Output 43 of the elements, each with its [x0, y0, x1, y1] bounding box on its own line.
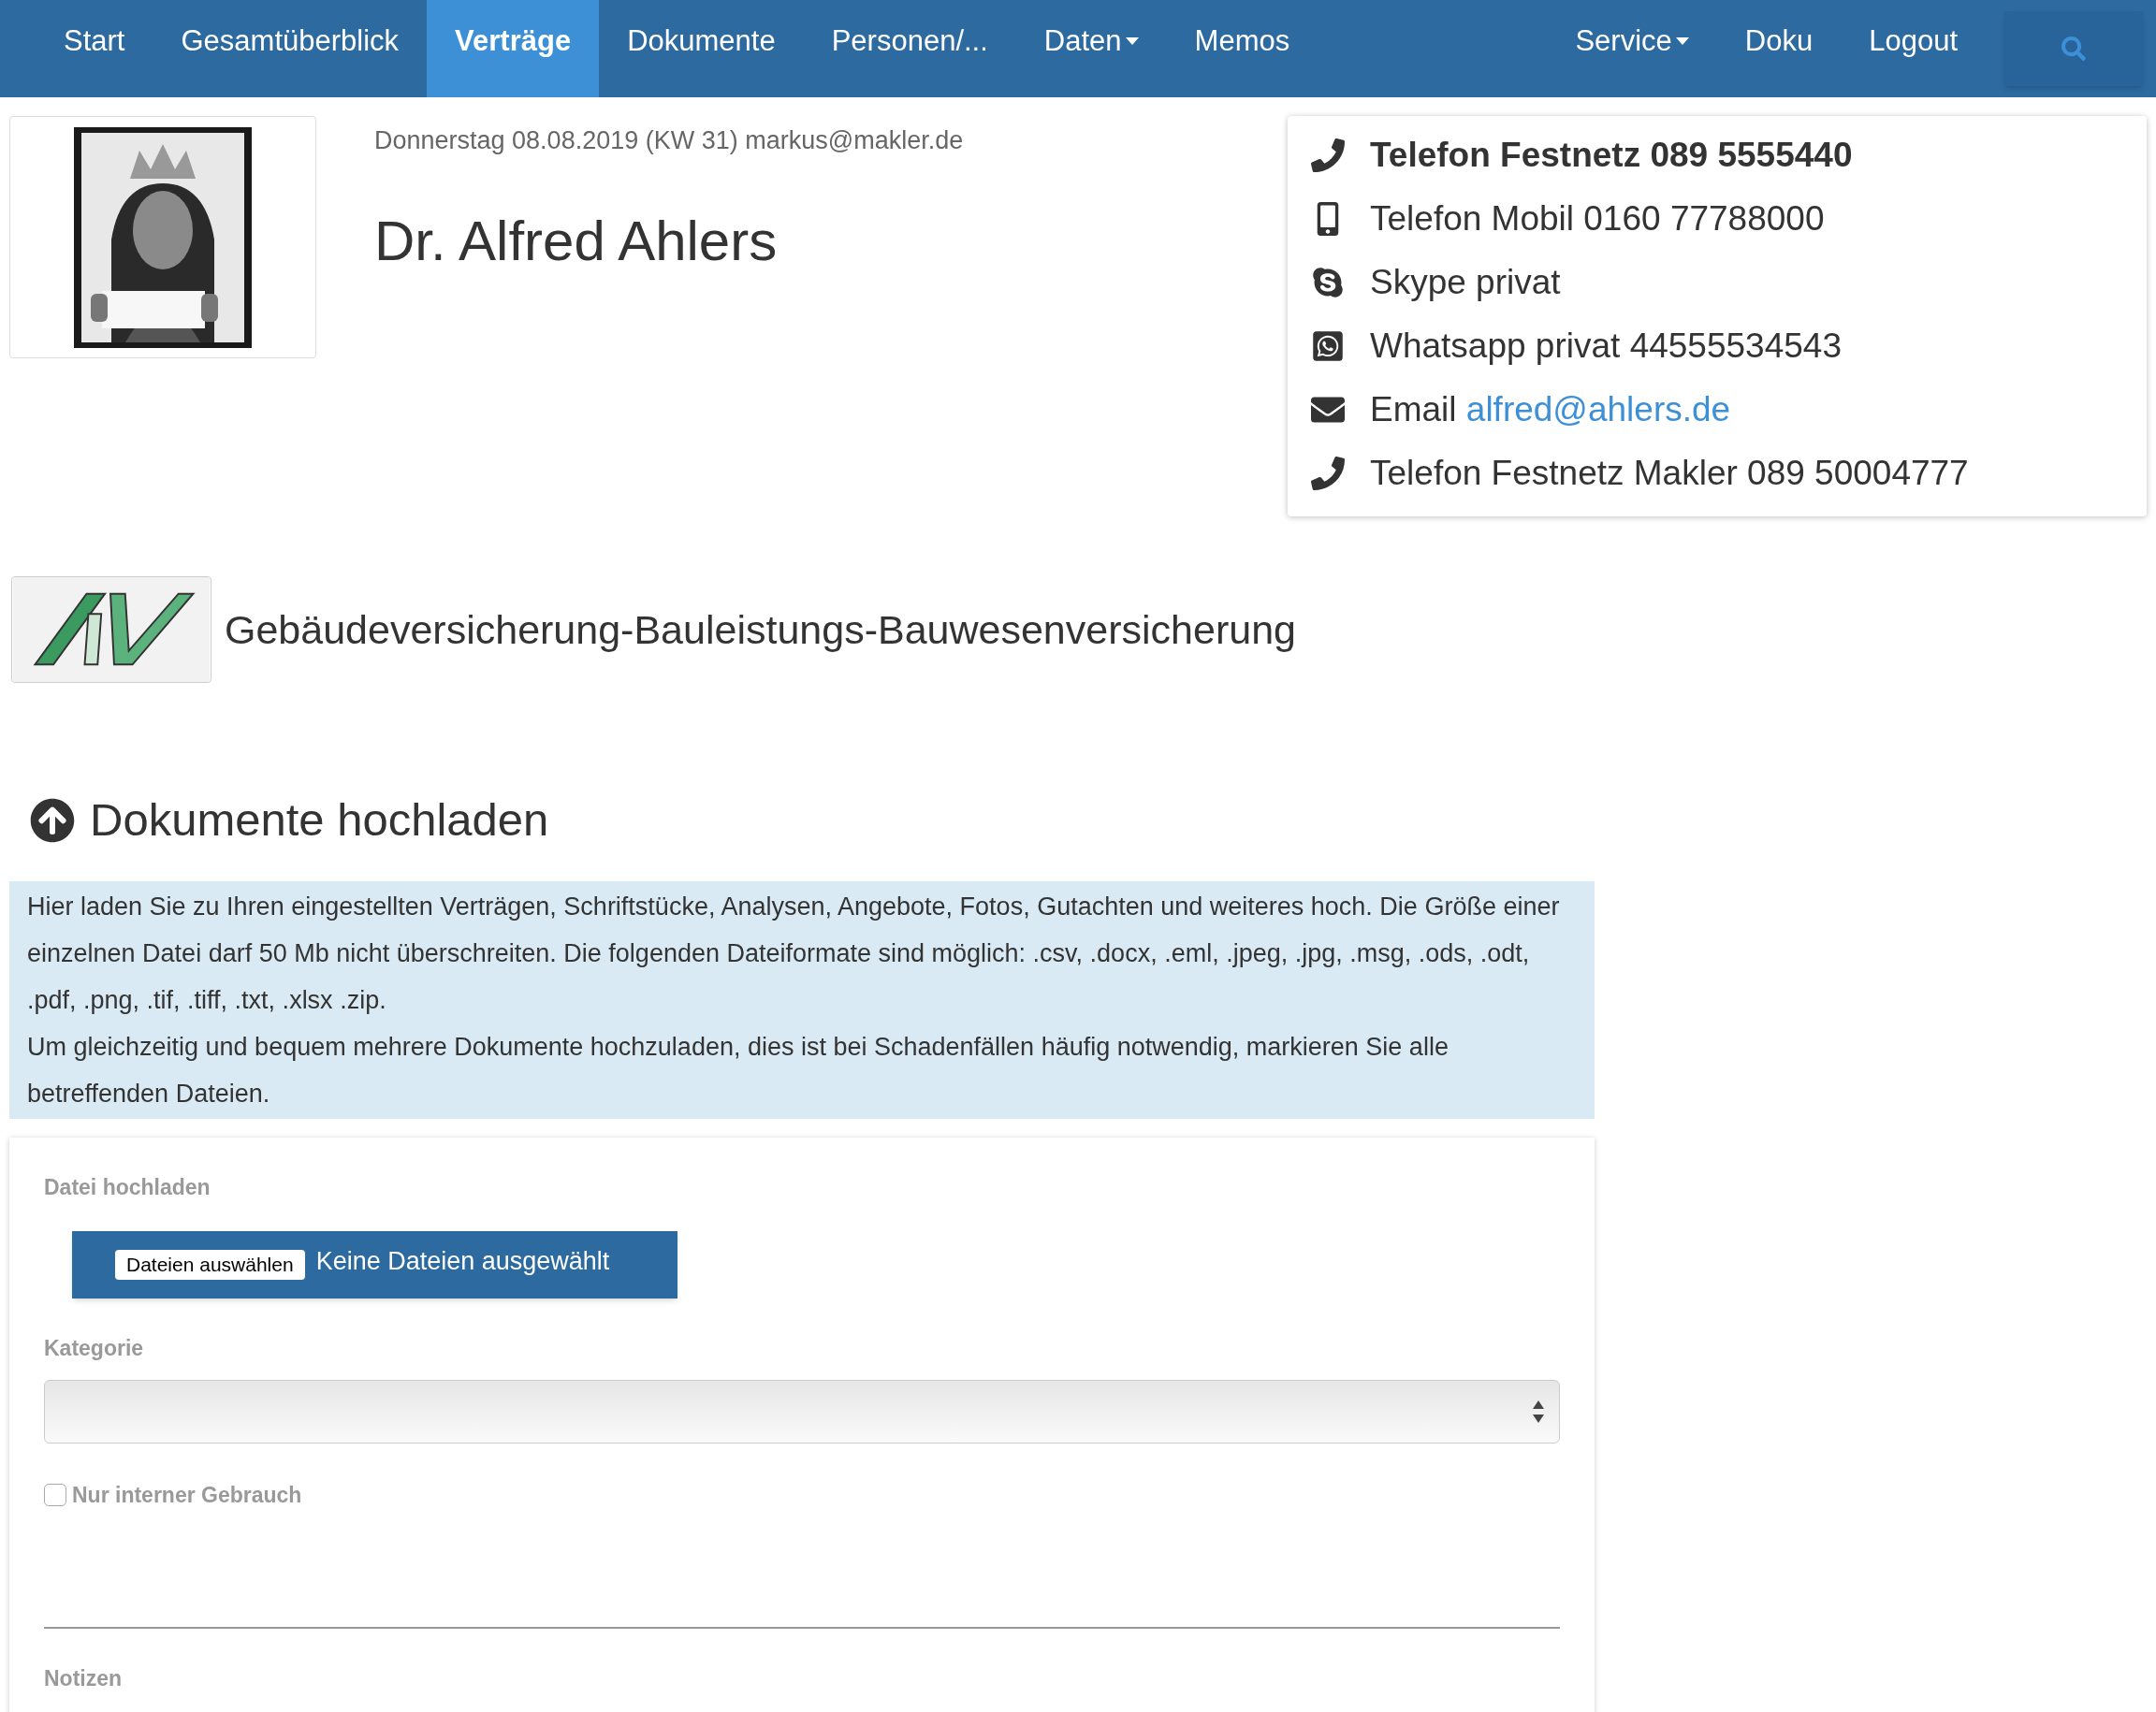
contact-text: Telefon Festnetz 089 5555440 [1370, 135, 1853, 177]
logo-icon [11, 576, 211, 683]
checkbox-label: Nur interner Gebrauch [72, 1481, 302, 1509]
contact-text: Telefon Festnetz Makler 089 50004777 [1370, 453, 1969, 495]
category-select[interactable] [44, 1379, 1560, 1444]
email-link[interactable]: alfred@ahlers.de [1465, 390, 1731, 429]
contact-text: Email alfred@ahlers.de [1370, 389, 1731, 431]
contact-text: Whatsapp privat 44555534543 [1370, 326, 1842, 368]
nav-link[interactable]: Service [1547, 0, 1717, 97]
section-heading: Dokumente hochladen [90, 793, 549, 847]
nav-link[interactable]: Gesamtüberblick [153, 0, 428, 97]
nav-link[interactable]: Verträge [427, 0, 600, 97]
phone-icon [1311, 138, 1345, 172]
nav-link[interactable]: Dokumente [599, 0, 804, 97]
nav-link[interactable]: Personen/... [803, 0, 1016, 97]
nav-link[interactable]: Doku [1716, 0, 1842, 97]
up-down-arrows-icon [1533, 1400, 1544, 1423]
phone-icon [1311, 457, 1345, 490]
contact-text: Skype privat [1370, 262, 1561, 304]
search-icon [2061, 36, 2086, 61]
nav-link[interactable]: Daten [1015, 0, 1167, 97]
info-text: Um gleichzeitig und bequem mehrere Dokumente hochzuladen, dies ist bei Schadenfällen häufig notwendig, markieren Sie alle betreffenden Dateien. [27, 1031, 1449, 1110]
file-status: Keine Dateien ausgewählt [315, 1246, 610, 1277]
whatsapp-icon [1311, 329, 1345, 363]
contact-text: Telefon Mobil 0160 77788000 [1370, 198, 1825, 240]
caret-icon [1125, 37, 1139, 45]
field-label: Notizen [44, 1665, 124, 1692]
search-button[interactable] [2004, 11, 2143, 86]
field-label: Datei hochladen [44, 1173, 211, 1201]
upload-icon [30, 797, 75, 843]
field-label: Kategorie [44, 1335, 145, 1362]
nav-link[interactable]: Start [36, 0, 153, 97]
contract-title: Gebäudeversicherung-Bauleistungs-Bauwesenversicherung [225, 605, 1296, 654]
file-upload-control[interactable]: Dateien auswählen Keine Dateien ausgewählt [72, 1231, 677, 1299]
info-text: Hier laden Sie zu Ihren eingestellten Verträgen, Schriftstücke, Analysen, Angebote, Fotos, Gutachten und weiteres hoch. Die Größe einer einzelnen Datei darf 50 Mb nicht überschreiten. Die folgenden Dateiformate sind möglich: .csv, .docx, .eml, .jpeg, .jpg, .msg, .ods, .odt, .pdf, .png, .tif, .tiff, .txt, .xlsx .zip. [27, 891, 1561, 1016]
nav-link[interactable]: Memos [1166, 0, 1318, 97]
person-name: Dr. Alfred Ahlers [374, 208, 779, 274]
skype-icon [1311, 266, 1345, 299]
choose-files-button[interactable]: Dateien auswählen [115, 1250, 305, 1280]
date-line: Donnerstag 08.08.2019 (KW 31) markus@makler.de [374, 125, 964, 156]
nav-link[interactable]: Logout [1841, 0, 1986, 97]
caret-icon [1675, 37, 1689, 45]
checkbox[interactable] [44, 1483, 66, 1506]
